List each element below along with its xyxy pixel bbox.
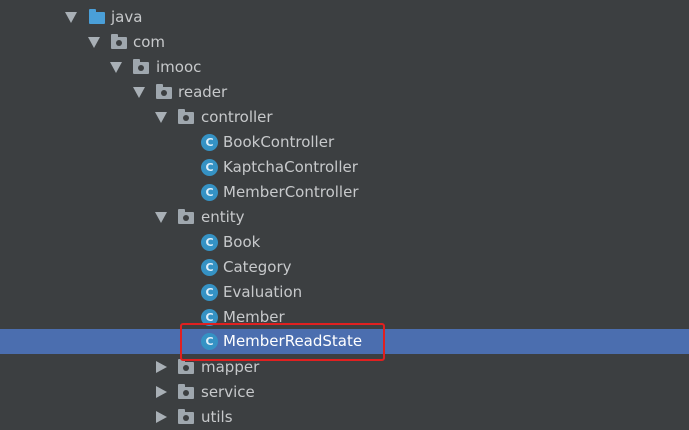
- node-label: KaptchaController: [223, 158, 358, 176]
- package-icon: [133, 59, 149, 74]
- tree-node-service[interactable]: service: [0, 380, 689, 405]
- node-label: mapper: [201, 358, 260, 376]
- tree-node-category[interactable]: C Category: [0, 255, 689, 280]
- tree-node-member-read-state[interactable]: C MemberReadState: [0, 329, 689, 354]
- class-icon: C: [201, 309, 218, 326]
- package-icon: [156, 84, 172, 99]
- node-label: utils: [201, 408, 233, 426]
- class-icon: C: [201, 134, 218, 151]
- package-icon: [178, 359, 194, 374]
- class-icon: C: [201, 259, 218, 276]
- chevron-down-icon[interactable]: [133, 87, 145, 98]
- chevron-right-icon[interactable]: [156, 361, 167, 373]
- package-icon: [178, 384, 194, 399]
- tree-node-member[interactable]: C Member: [0, 305, 689, 330]
- node-label: controller: [201, 108, 273, 126]
- chevron-down-icon[interactable]: [155, 212, 167, 223]
- node-label: Evaluation: [223, 283, 303, 301]
- node-label: com: [133, 33, 166, 51]
- node-label: MemberController: [223, 183, 359, 201]
- tree-node-kaptcha-controller[interactable]: C KaptchaController: [0, 155, 689, 180]
- package-icon: [178, 209, 194, 224]
- class-icon: C: [201, 184, 218, 201]
- node-label: imooc: [156, 58, 202, 76]
- class-icon: C: [201, 333, 218, 350]
- chevron-right-icon[interactable]: [156, 386, 167, 398]
- tree-node-controller[interactable]: controller: [0, 105, 689, 130]
- node-label: Category: [223, 258, 292, 276]
- class-icon: C: [201, 159, 218, 176]
- package-icon: [111, 34, 127, 49]
- class-icon: C: [201, 284, 218, 301]
- node-label: service: [201, 383, 255, 401]
- node-label: reader: [178, 83, 228, 101]
- tree-node-utils[interactable]: utils: [0, 405, 689, 430]
- tree-node-member-controller[interactable]: C MemberController: [0, 180, 689, 205]
- node-label: java: [111, 8, 143, 26]
- chevron-down-icon[interactable]: [110, 62, 122, 73]
- package-icon: [178, 409, 194, 424]
- project-tree: java com imooc reader controller C BookC…: [0, 0, 689, 426]
- tree-node-book[interactable]: C Book: [0, 230, 689, 255]
- chevron-down-icon[interactable]: [88, 37, 100, 48]
- chevron-down-icon[interactable]: [65, 12, 77, 23]
- tree-node-java[interactable]: java: [0, 5, 689, 30]
- node-label: Book: [223, 233, 261, 251]
- tree-node-reader[interactable]: reader: [0, 80, 689, 105]
- node-label: BookController: [223, 133, 335, 151]
- chevron-right-icon[interactable]: [156, 411, 167, 423]
- tree-node-imooc[interactable]: imooc: [0, 55, 689, 80]
- node-label: Member: [223, 308, 285, 326]
- tree-node-book-controller[interactable]: C BookController: [0, 130, 689, 155]
- source-folder-icon: [89, 9, 105, 24]
- tree-node-entity[interactable]: entity: [0, 205, 689, 230]
- tree-node-mapper[interactable]: mapper: [0, 355, 689, 380]
- tree-node-evaluation[interactable]: C Evaluation: [0, 280, 689, 305]
- class-icon: C: [201, 234, 218, 251]
- tree-node-com[interactable]: com: [0, 30, 689, 55]
- package-icon: [178, 109, 194, 124]
- node-label: entity: [201, 208, 245, 226]
- chevron-down-icon[interactable]: [155, 112, 167, 123]
- node-label: MemberReadState: [223, 332, 363, 350]
